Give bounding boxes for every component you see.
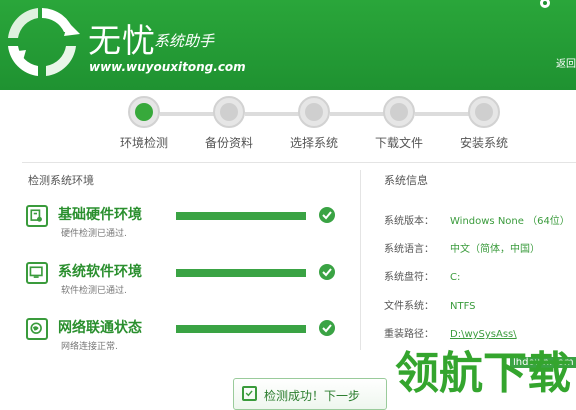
- next-step-button[interactable]: 检测成功！下一步: [233, 378, 387, 410]
- logo-refresh-icon: [8, 8, 80, 76]
- step-backup: 备份资料: [184, 96, 274, 151]
- check-item-software: 系统软件环境 软件检测已通过.: [26, 262, 346, 302]
- watermark-logo: 领航下载: [395, 348, 571, 399]
- info-row-install-path: 重装路径： D:\wySysAss\: [384, 325, 517, 340]
- next-step-label: 检测成功！下一步: [264, 389, 361, 403]
- item-subtitle: 硬件检测已通过.: [61, 229, 127, 239]
- step-install: 安装系统: [439, 96, 529, 151]
- step-label: 下载文件: [374, 136, 423, 150]
- item-subtitle: 网络连接正常.: [61, 342, 118, 352]
- step-progress: 环境检测 备份资料 选择系统 下载文件 安装系统: [0, 96, 576, 156]
- info-key: 文件系统：: [384, 301, 434, 312]
- check-item-network: 网络联通状态 网络连接正常.: [26, 318, 346, 358]
- step-dot: [213, 96, 245, 128]
- progress-fill: [176, 325, 306, 333]
- info-row-language: 系统语言： 中文（简体，中国）: [384, 240, 540, 255]
- progress-bar: [176, 269, 306, 277]
- app-header: 无忧 系统助手 www.wuyouxitong.com 返回: [0, 0, 576, 90]
- check-icon: [319, 264, 335, 280]
- info-key: 系统盘符：: [384, 272, 434, 283]
- check-icon: [319, 320, 335, 336]
- info-value: 中文（简体，中国）: [450, 244, 540, 255]
- info-row-version: 系统版本： Windows None （64位）: [384, 212, 570, 227]
- step-dot: [383, 96, 415, 128]
- check-item-hardware: 基础硬件环境 硬件检测已通过.: [26, 205, 346, 245]
- network-icon: [26, 318, 48, 340]
- check-icon: [319, 207, 335, 223]
- info-key: 系统语言：: [384, 244, 434, 255]
- step-label: 备份资料: [204, 136, 253, 150]
- step-dot: [128, 96, 160, 128]
- monitor-icon: [26, 262, 48, 284]
- progress-bar: [176, 325, 306, 333]
- step-dot: [468, 96, 500, 128]
- step-download: 下载文件: [354, 96, 444, 151]
- info-value: C:: [450, 272, 461, 283]
- step-label: 安装系统: [459, 136, 508, 150]
- info-value: NTFS: [450, 301, 476, 312]
- step-dot: [298, 96, 330, 128]
- hardware-icon: [26, 205, 48, 227]
- check-box-icon: [242, 386, 257, 401]
- divider: [360, 170, 361, 350]
- info-row-drive: 系统盘符： C:: [384, 268, 460, 283]
- detect-section-title: 检测系统环境: [28, 174, 94, 187]
- step-label: 环境检测: [119, 136, 168, 150]
- settings-gear-icon[interactable]: [538, 0, 552, 10]
- progress-bar: [176, 212, 306, 220]
- back-button[interactable]: 返回: [556, 55, 576, 70]
- item-subtitle: 软件检测已通过.: [61, 286, 127, 296]
- info-key: 系统版本：: [384, 216, 434, 227]
- brand-subtitle: 系统助手: [154, 32, 215, 50]
- item-title: 网络联通状态: [58, 320, 142, 336]
- install-path-link[interactable]: D:\wySysAss\: [450, 329, 517, 340]
- info-row-filesystem: 文件系统： NTFS: [384, 297, 476, 312]
- divider: [22, 162, 576, 163]
- step-label: 选择系统: [289, 136, 338, 150]
- item-title: 系统软件环境: [58, 264, 142, 280]
- progress-fill: [176, 269, 306, 277]
- info-key: 重装路径：: [384, 329, 434, 340]
- progress-fill: [176, 212, 306, 220]
- brand-title: 无忧: [88, 21, 156, 60]
- sysinfo-section-title: 系统信息: [384, 174, 428, 187]
- item-title: 基础硬件环境: [58, 207, 142, 223]
- brand-url: www.wuyouxitong.com: [89, 60, 246, 74]
- step-select-system: 选择系统: [269, 96, 359, 151]
- step-environment-check: 环境检测: [99, 96, 189, 151]
- info-value: Windows None （64位）: [450, 216, 570, 227]
